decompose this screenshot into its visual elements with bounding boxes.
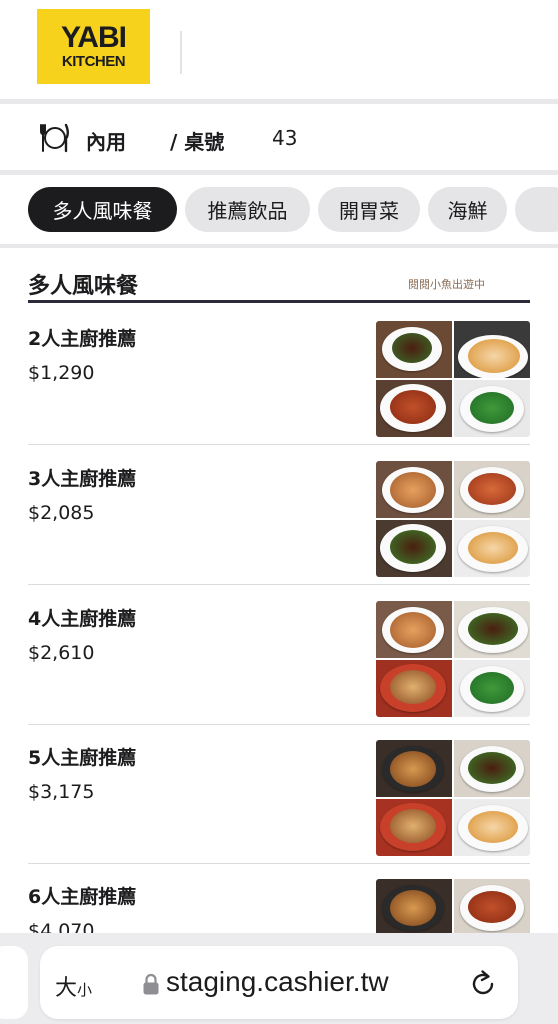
- item-photo[interactable]: [376, 740, 530, 856]
- item-name: 6人主廚推薦: [28, 886, 137, 908]
- table-number-value: 43: [272, 126, 298, 150]
- logo-line1: YABI: [61, 21, 127, 54]
- section-title: 多人風味餐: [28, 274, 139, 299]
- divider-band: [0, 244, 558, 248]
- menu-item[interactable]: 5人主廚推薦 $3,175: [28, 725, 530, 864]
- header-divider: [180, 31, 182, 74]
- item-name: 4人主廚推薦: [28, 608, 137, 630]
- category-tabs: 多人風味餐 推薦飲品 開胃菜 海鮮: [0, 176, 558, 244]
- address-bar[interactable]: 大小 staging.cashier.tw: [40, 946, 518, 1019]
- dine-in-utensils-icon: [40, 123, 69, 153]
- item-photo[interactable]: [376, 461, 530, 577]
- lock-icon: [143, 973, 159, 995]
- order-type-label: 內用: [86, 130, 126, 154]
- item-price: $2,085: [28, 502, 95, 524]
- reload-icon[interactable]: [468, 969, 498, 999]
- tab-appetizers[interactable]: 開胃菜: [318, 187, 420, 232]
- item-name: 5人主廚推薦: [28, 747, 137, 769]
- yabi-kitchen-logo[interactable]: YABI KITCHEN: [37, 9, 150, 84]
- item-photo[interactable]: [376, 601, 530, 717]
- item-name: 3人主廚推薦: [28, 468, 137, 490]
- menu-item[interactable]: 4人主廚推薦 $2,610: [28, 586, 530, 725]
- browser-toolbar: 大小 staging.cashier.tw: [0, 933, 558, 1024]
- item-price: $2,610: [28, 642, 95, 664]
- tab-multi-person-set[interactable]: 多人風味餐: [28, 187, 177, 232]
- text-size-large: 大: [55, 976, 78, 1001]
- logo-line2: KITCHEN: [61, 53, 126, 70]
- tab-recommended-drinks[interactable]: 推薦飲品: [185, 187, 310, 232]
- url-text: staging.cashier.tw: [166, 966, 389, 997]
- table-number-label: / 桌號: [170, 130, 225, 154]
- tab-more[interactable]: [515, 187, 558, 232]
- menu-item[interactable]: 2人主廚推薦 $1,290: [28, 306, 530, 445]
- text-size-small: 小: [77, 981, 93, 999]
- item-price: $1,290: [28, 362, 95, 384]
- order-info-row: 內用 / 桌號 43: [0, 104, 558, 170]
- item-divider: [28, 584, 530, 585]
- tab-seafood[interactable]: 海鮮: [428, 187, 507, 232]
- item-divider: [28, 444, 530, 445]
- previous-tab-edge[interactable]: [0, 946, 28, 1019]
- section-watermark-note: 閱閱小魚出遊中: [408, 278, 485, 291]
- item-name: 2人主廚推薦: [28, 328, 137, 350]
- menu-item[interactable]: 3人主廚推薦 $2,085: [28, 446, 530, 585]
- item-photo[interactable]: [376, 321, 530, 437]
- section-underline: [28, 300, 530, 303]
- text-size-button[interactable]: 大小: [55, 970, 92, 1002]
- app-header: YABI KITCHEN: [0, 0, 558, 99]
- divider-band: [0, 170, 558, 175]
- item-price: $3,175: [28, 781, 95, 803]
